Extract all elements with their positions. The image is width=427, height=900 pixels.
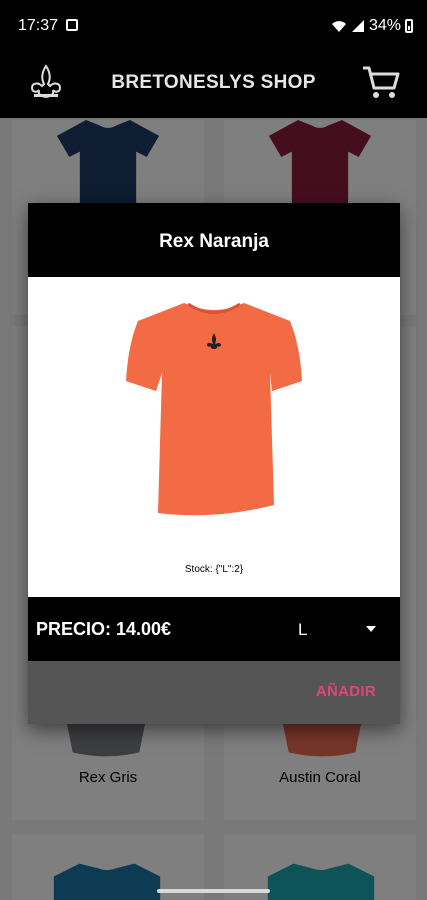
product-tshirt-image [126,302,302,516]
price-row: PRECIO: 14.00€ L [28,597,400,661]
size-dropdown[interactable]: L [286,613,386,647]
image-notification-icon [66,19,78,31]
price-label: PRECIO: 14.00€ [36,619,172,639]
dialog-actions: AÑADIR [28,661,400,724]
add-to-cart-button[interactable]: AÑADIR [316,683,376,700]
stock-text: Stock: {"L":2} [184,564,244,575]
gesture-nav-handle[interactable] [157,889,270,893]
dialog-body: Stock: {"L":2} [28,277,400,597]
battery-percent: 34% [368,17,401,34]
status-time: 17:37 [18,17,59,34]
status-indicators: 34% [331,17,413,35]
size-value: L [298,620,308,639]
battery-icon [405,19,413,33]
signal-icon [351,20,364,32]
app-bar: BRETONESLYS SHOP [0,52,427,118]
dropdown-arrow-icon [366,626,376,632]
dialog-title: Rex Naranja [28,203,400,277]
status-bar: 17:37 34% [0,0,427,52]
shopping-cart-icon[interactable] [361,64,401,100]
product-dialog: Rex Naranja Stock: {"L":2} PRECIO: 14.00… [28,203,400,724]
wifi-icon [331,21,346,32]
